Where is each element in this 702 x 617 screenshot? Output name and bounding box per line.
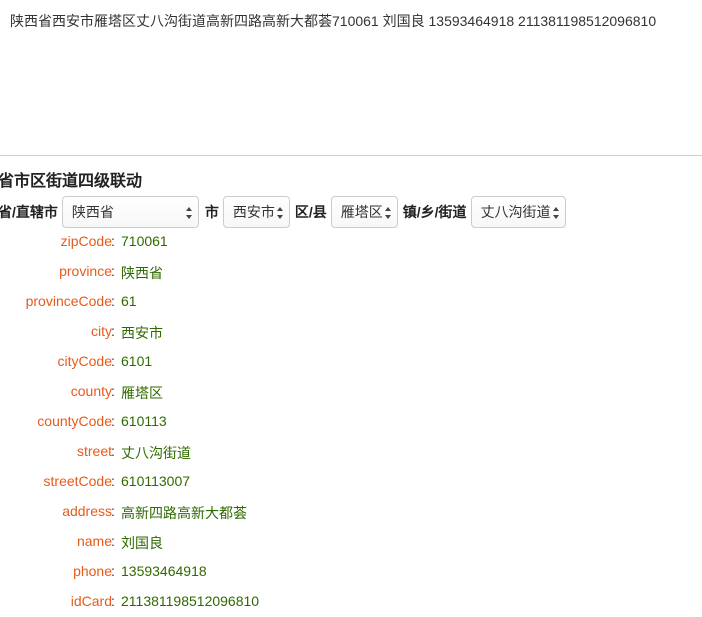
street-label: 镇/乡/街道: [402, 204, 467, 220]
field-colon: :: [111, 413, 115, 429]
field-colon: :: [111, 353, 115, 369]
field-colon: :: [111, 443, 115, 459]
field-key: address: [62, 503, 112, 519]
city-label: 市: [204, 204, 219, 220]
field-key: phone: [73, 563, 112, 579]
field-value: 610113007: [121, 473, 191, 489]
region-selects-row: 省/直辖市 陕西省 市 西安市 区/县 雁塔区 镇/乡/街道 丈八沟街道: [0, 195, 571, 229]
field-colon: :: [111, 473, 115, 489]
field-value: 丈八沟街道: [121, 445, 191, 461]
field-key: provinceCode: [25, 293, 112, 309]
field-value: 13593464918: [121, 563, 207, 579]
field-row-name: name : 刘国良: [0, 527, 702, 557]
field-row-street: street : 丈八沟街道: [0, 437, 702, 467]
province-select-value: 陕西省: [71, 204, 114, 220]
field-colon: :: [111, 563, 115, 579]
field-row-county-code: countyCode : 610113: [0, 407, 702, 437]
field-value: 710061: [121, 233, 168, 249]
address-textarea[interactable]: 陕西省西安市雁塔区丈八沟街道高新四路高新大都荟710061 刘国良 135934…: [0, 0, 702, 156]
field-row-idcard: idCard : 211381198512096810: [0, 587, 702, 617]
field-value: 陕西省: [121, 265, 163, 281]
field-colon: :: [111, 503, 115, 519]
select-arrows-icon: [384, 207, 391, 219]
result-fields-list: zipCode : 710061 province : 陕西省 province…: [0, 227, 702, 617]
field-colon: :: [111, 233, 115, 249]
field-value: 6101: [121, 353, 153, 369]
select-arrows-icon: [185, 207, 192, 219]
select-arrows-icon: [552, 207, 559, 219]
field-value: 211381198512096810: [121, 593, 260, 609]
field-key: streetCode: [43, 473, 112, 489]
field-colon: :: [111, 293, 115, 309]
field-row-zipcode: zipCode : 710061: [0, 227, 702, 257]
field-key: countyCode: [37, 413, 112, 429]
city-select[interactable]: 西安市: [222, 196, 290, 228]
field-row-street-code: streetCode : 610113007: [0, 467, 702, 497]
field-value: 刘国良: [121, 535, 163, 551]
county-label: 区/县: [294, 204, 327, 220]
street-select[interactable]: 丈八沟街道: [470, 196, 566, 228]
field-row-province-code: provinceCode : 61: [0, 287, 702, 317]
field-colon: :: [111, 533, 115, 549]
field-colon: :: [111, 263, 115, 279]
section-title: 省市区街道四级联动: [0, 173, 143, 190]
field-key: name: [76, 533, 112, 549]
field-value: 61: [121, 293, 137, 309]
field-colon: :: [111, 323, 115, 339]
field-key: county: [70, 383, 112, 399]
field-key: province: [59, 263, 112, 279]
field-row-city-code: cityCode : 6101: [0, 347, 702, 377]
county-select[interactable]: 雁塔区: [330, 196, 398, 228]
select-arrows-icon: [276, 207, 283, 219]
field-row-city: city : 西安市: [0, 317, 702, 347]
field-row-phone: phone : 13593464918: [0, 557, 702, 587]
field-value: 西安市: [121, 325, 163, 341]
field-key: cityCode: [57, 353, 112, 369]
field-key: street: [76, 443, 112, 459]
street-select-value: 丈八沟街道: [480, 204, 551, 220]
field-key: city: [91, 323, 112, 339]
field-row-address: address : 高新四路高新大都荟: [0, 497, 702, 527]
field-colon: :: [111, 383, 115, 399]
county-select-value: 雁塔区: [340, 204, 383, 220]
city-select-value: 西安市: [232, 204, 275, 220]
field-key: zipCode: [60, 233, 112, 249]
province-select[interactable]: 陕西省: [61, 196, 199, 228]
field-value: 610113: [121, 413, 167, 429]
field-value: 雁塔区: [121, 385, 163, 401]
province-label: 省/直辖市: [0, 204, 58, 220]
field-key: idCard: [70, 593, 112, 609]
field-value: 高新四路高新大都荟: [121, 505, 247, 521]
field-row-county: county : 雁塔区: [0, 377, 702, 407]
field-row-province: province : 陕西省: [0, 257, 702, 287]
field-colon: :: [111, 593, 115, 609]
